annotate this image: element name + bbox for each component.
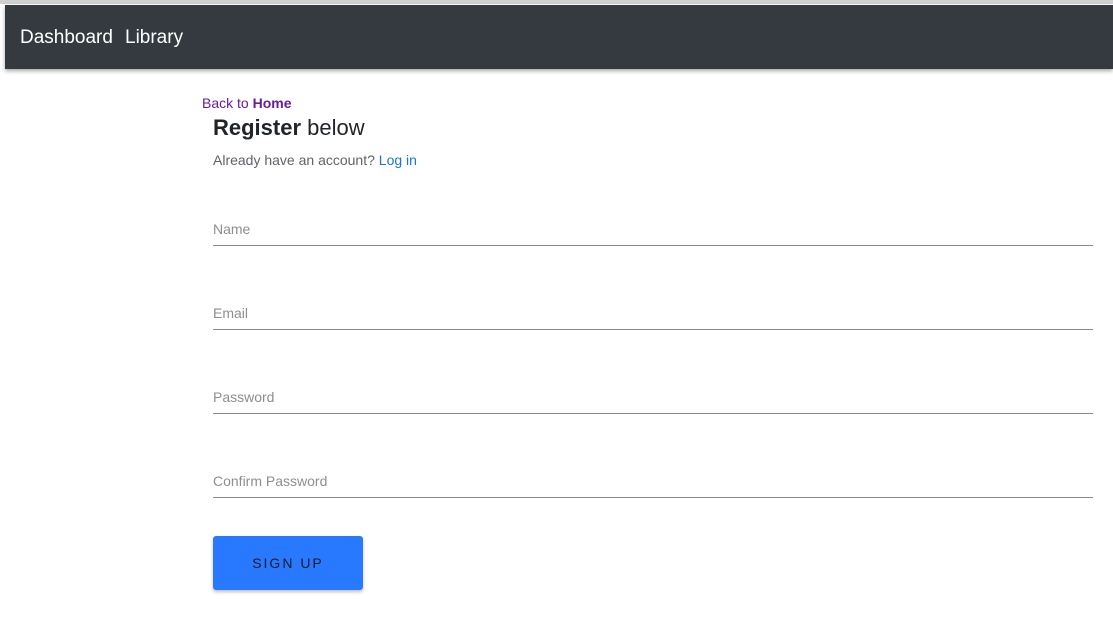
name-field [213, 215, 1093, 246]
back-prefix-text: Back to [202, 95, 249, 111]
login-link[interactable]: Log in [379, 152, 417, 168]
email-input[interactable] [213, 299, 1093, 327]
confirm-password-input[interactable] [213, 467, 1093, 495]
home-link[interactable]: Home [253, 95, 292, 111]
window-top-border [0, 0, 1113, 4]
top-navbar: Dashboard Library [5, 5, 1113, 69]
password-field [213, 383, 1093, 414]
name-input[interactable] [213, 215, 1093, 243]
page-title-strong: Register [213, 115, 302, 140]
login-prompt-text: Already have an account? [213, 152, 375, 168]
email-field [213, 299, 1093, 330]
sign-up-button[interactable]: SIGN UP [213, 536, 363, 590]
page-title-rest: below [307, 115, 365, 140]
back-to-home: Back to Home [202, 94, 292, 112]
password-input[interactable] [213, 383, 1093, 411]
nav-library-link[interactable]: Library [125, 26, 183, 50]
confirm-password-field [213, 467, 1093, 498]
nav-dashboard-link[interactable]: Dashboard [20, 26, 113, 50]
login-prompt: Already have an account? Log in [213, 151, 417, 169]
page-title: Register below [213, 114, 365, 142]
